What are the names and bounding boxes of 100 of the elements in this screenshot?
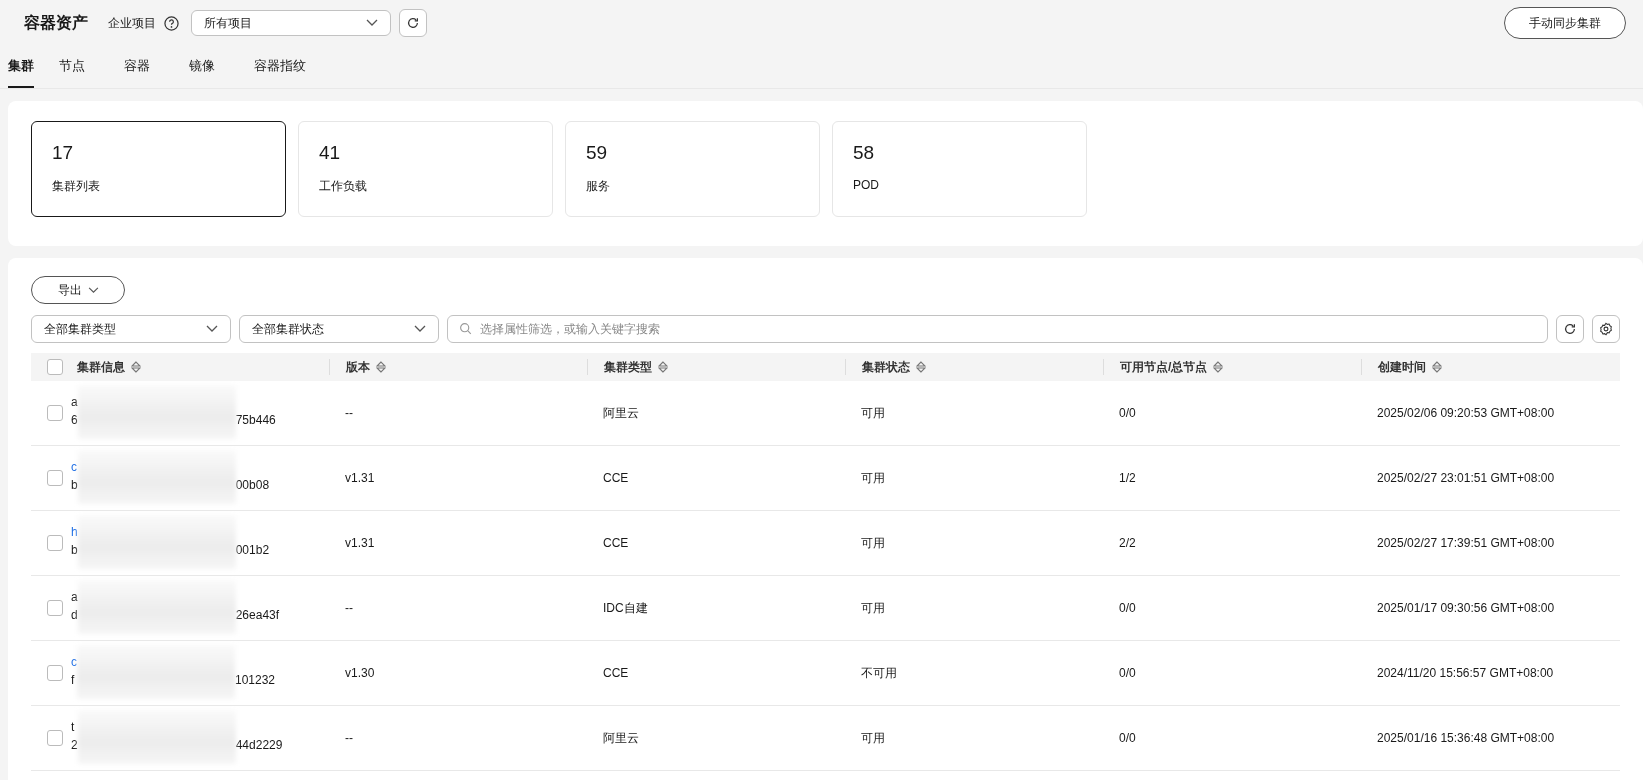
tab[interactable]: 容器: [124, 46, 164, 88]
table-cell: 可用: [861, 470, 885, 485]
table-cell: --: [345, 406, 353, 420]
table-cell: 可用: [861, 535, 885, 550]
table-cell: 阿里云: [603, 405, 639, 420]
search-icon: [459, 322, 472, 335]
tab[interactable]: 集群: [8, 46, 34, 88]
table-cell: CCE: [603, 666, 629, 680]
column-header[interactable]: 集群信息: [77, 358, 125, 376]
stat-card[interactable]: 59 服务: [565, 121, 820, 217]
chevron-down-icon: [366, 19, 378, 27]
row-checkbox[interactable]: [47, 470, 63, 486]
project-select[interactable]: 所有项目: [191, 10, 391, 36]
row-checkbox[interactable]: [47, 730, 63, 746]
page-title: 容器资产: [24, 12, 88, 33]
cluster-id-start: f: [71, 673, 76, 689]
stat-label: 工作负载: [319, 178, 368, 195]
cluster-status-select[interactable]: 全部集群状态: [239, 315, 439, 343]
tab[interactable]: 节点: [59, 46, 99, 88]
sort-icon[interactable]: [1213, 361, 1224, 373]
refresh-button[interactable]: [399, 9, 427, 37]
table-cell: 2024/11/20 15:56:57 GMT+08:00: [1377, 666, 1554, 680]
settings-icon: [1599, 322, 1613, 336]
table-cell: 可用: [861, 730, 885, 745]
table-cell: 2025/01/16 15:36:48 GMT+08:00: [1377, 731, 1555, 745]
chevron-down-icon: [206, 325, 218, 333]
project-label: 企业项目: [108, 14, 156, 32]
sort-icon[interactable]: [376, 361, 386, 373]
table-cell: 0/0: [1119, 731, 1136, 745]
cluster-name-link[interactable]: c: [71, 655, 77, 673]
sort-icon[interactable]: [916, 361, 926, 373]
export-button[interactable]: 导出: [31, 276, 125, 304]
cluster-id-start: d: [71, 608, 78, 624]
row-checkbox[interactable]: [47, 405, 63, 421]
column-header[interactable]: 集群状态: [862, 358, 910, 376]
cluster-id-start: 2: [71, 738, 78, 754]
table-cell: CCE: [603, 471, 629, 485]
cluster-id-start: b: [71, 478, 78, 494]
tab[interactable]: 镜像: [189, 46, 229, 88]
sort-icon[interactable]: [658, 361, 668, 373]
stat-card[interactable]: 17 集群列表: [31, 121, 286, 217]
cluster-type-select[interactable]: 全部集群类型: [31, 315, 231, 343]
row-checkbox[interactable]: [47, 535, 63, 551]
help-icon[interactable]: [164, 15, 179, 31]
table-cell: v1.31: [345, 471, 375, 485]
tab[interactable]: 容器指纹: [254, 46, 320, 88]
row-checkbox[interactable]: [47, 665, 63, 681]
stat-value: 41: [319, 142, 342, 164]
table-cell: --: [345, 731, 353, 745]
cluster-id-end: 75b446: [235, 413, 276, 429]
cluster-name: t: [71, 720, 76, 736]
stat-label: 服务: [586, 178, 611, 195]
sort-icon[interactable]: [131, 361, 141, 373]
table-cell: 2025/02/27 17:39:51 GMT+08:00: [1377, 536, 1555, 550]
chevron-down-icon: [87, 286, 99, 294]
cluster-name-link[interactable]: c: [71, 460, 78, 478]
table-cell: --: [345, 601, 353, 615]
stat-card[interactable]: 41 工作负载: [298, 121, 553, 217]
table-cell: 0/0: [1119, 666, 1136, 680]
select-all-checkbox[interactable]: [47, 359, 63, 375]
table-cell: 可用: [861, 600, 885, 615]
table-cell: 1/2: [1119, 471, 1136, 485]
stat-label: 集群列表: [52, 178, 101, 195]
cluster-id-end: 001b2: [235, 543, 270, 559]
search-field[interactable]: 选择属性筛选，或输入关键字搜索: [447, 315, 1548, 343]
column-header[interactable]: 可用节点/总节点: [1120, 358, 1208, 376]
column-header[interactable]: 集群类型: [604, 358, 652, 376]
table-cell: v1.31: [345, 536, 375, 550]
cluster-name-link[interactable]: h: [71, 525, 78, 543]
refresh-icon: [406, 16, 420, 30]
table-cell: 2025/02/27 23:01:51 GMT+08:00: [1377, 471, 1555, 485]
table-cell: 2/2: [1119, 536, 1136, 550]
sort-icon[interactable]: [1432, 361, 1442, 373]
column-header[interactable]: 版本: [346, 358, 370, 376]
stat-value: 58: [853, 142, 876, 164]
table-cell: CCE: [603, 536, 629, 550]
cluster-id-start: b: [71, 543, 78, 559]
table-cell: v1.30: [345, 666, 375, 680]
table-cell: 2025/01/17 09:30:56 GMT+08:00: [1377, 601, 1555, 615]
cluster-id-end: 101232: [235, 673, 276, 689]
chevron-down-icon: [414, 325, 426, 333]
stat-value: 59: [586, 142, 609, 164]
refresh-icon: [1563, 322, 1577, 336]
cluster-id-start: 6: [71, 413, 78, 429]
table-cell: 不可用: [861, 665, 897, 680]
cluster-id-end: 00b08: [235, 478, 270, 494]
stat-card[interactable]: 58 POD: [832, 121, 1087, 217]
cluster-name: a: [71, 590, 78, 606]
row-checkbox[interactable]: [47, 600, 63, 616]
settings-button[interactable]: [1592, 315, 1620, 343]
table-cell: 0/0: [1119, 406, 1136, 420]
table-cell: 可用: [861, 405, 885, 420]
sync-clusters-button[interactable]: 手动同步集群: [1504, 7, 1626, 39]
column-header[interactable]: 创建时间: [1378, 358, 1426, 376]
cluster-id-end: 44d2229: [235, 738, 283, 754]
stat-label: POD: [853, 178, 880, 192]
table-cell: 0/0: [1119, 601, 1136, 615]
refresh-button[interactable]: [1556, 315, 1584, 343]
cluster-name: a: [71, 395, 78, 411]
cluster-id-end: 26ea43f: [235, 608, 280, 624]
